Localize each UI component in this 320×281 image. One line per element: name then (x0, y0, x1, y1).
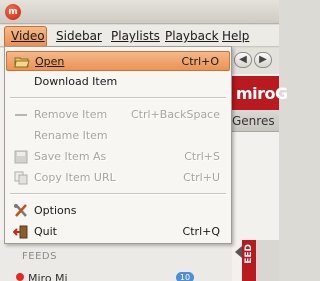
menu-item-rename-label: Rename Item (34, 129, 108, 142)
copy-icon (14, 171, 28, 185)
menu-item-remove-label: Remove Item (34, 108, 108, 121)
menu-item-remove[interactable]: Remove Item Ctrl+BackSpace (6, 105, 230, 125)
unread-count-badge: 10 (176, 272, 194, 281)
menu-item-rename[interactable]: Rename Item (6, 126, 230, 146)
feed-icon (16, 273, 24, 281)
menu-video[interactable]: Video (4, 26, 47, 47)
menu-item-save-as-label: Save Item As (34, 150, 107, 163)
folder-open-icon (14, 57, 30, 68)
feed-strip: EED (242, 240, 256, 281)
sidebar-item-feed[interactable]: Miro Mi (28, 272, 68, 281)
remove-icon (15, 114, 27, 116)
tab-genres[interactable]: Genres (232, 114, 275, 128)
menu-item-quit-label: Quit (34, 225, 57, 238)
forward-arrow-icon: ▶ (259, 54, 267, 65)
menu-separator (10, 193, 226, 195)
scroll-region (256, 240, 279, 281)
tools-icon (14, 204, 27, 217)
save-icon (14, 150, 28, 164)
back-button[interactable]: ◀ (234, 52, 252, 68)
menu-item-save-as-shortcut: Ctrl+S (184, 150, 220, 163)
forward-button[interactable]: ▶ (254, 52, 272, 68)
menu-sidebar[interactable]: Sidebar (56, 28, 102, 44)
menu-item-quit-shortcut: Ctrl+Q (182, 225, 220, 238)
sidebar-section-feeds: FEEDS (22, 251, 57, 262)
back-arrow-icon: ◀ (239, 54, 247, 65)
menubar: Video Sidebar Playlists Playback Help (0, 25, 279, 47)
menu-item-download[interactable]: Download Item (6, 72, 230, 92)
miro-guide-banner: miroG (232, 76, 288, 110)
menu-playlists-label: Playlists (111, 29, 160, 43)
menu-item-remove-shortcut: Ctrl+BackSpace (130, 108, 220, 121)
banner-text: miroG (236, 84, 288, 103)
menu-separator (10, 97, 226, 99)
guide-tabbar: Genres (232, 110, 279, 132)
menu-item-copy-url[interactable]: Copy Item URL Ctrl+U (6, 168, 230, 188)
menu-playback[interactable]: Playback (165, 28, 219, 44)
menu-item-download-label: Download Item (34, 75, 118, 88)
menu-item-options[interactable]: Options (6, 201, 230, 221)
menu-item-copy-url-label: Copy Item URL (34, 171, 116, 184)
menu-item-open-label: Open (35, 55, 65, 68)
menu-help-label: Help (222, 29, 250, 43)
menu-item-save-as[interactable]: Save Item As Ctrl+S (6, 147, 230, 167)
window-titlebar: m (0, 0, 279, 24)
quit-icon (13, 225, 28, 239)
menu-video-label: Video (11, 29, 45, 43)
menu-item-options-label: Options (34, 204, 77, 217)
menu-playlists[interactable]: Playlists (111, 28, 160, 44)
menu-help[interactable]: Help (222, 28, 249, 44)
menu-item-open-shortcut: Ctrl+O (181, 55, 219, 68)
menu-item-open[interactable]: Open Ctrl+O (6, 51, 230, 71)
menu-playback-label: Playback (165, 29, 219, 43)
menu-sidebar-label: Sidebar (56, 29, 102, 43)
miro-app-icon[interactable]: m (5, 4, 21, 20)
menu-item-quit[interactable]: Quit Ctrl+Q (6, 222, 230, 242)
collapse-arrow-icon[interactable] (235, 246, 242, 258)
menu-item-copy-url-shortcut: Ctrl+U (183, 171, 220, 184)
feed-strip-text: EED (244, 244, 254, 264)
video-menu-dropdown: Open Ctrl+O Download Item Remove Item Ct… (4, 46, 232, 244)
